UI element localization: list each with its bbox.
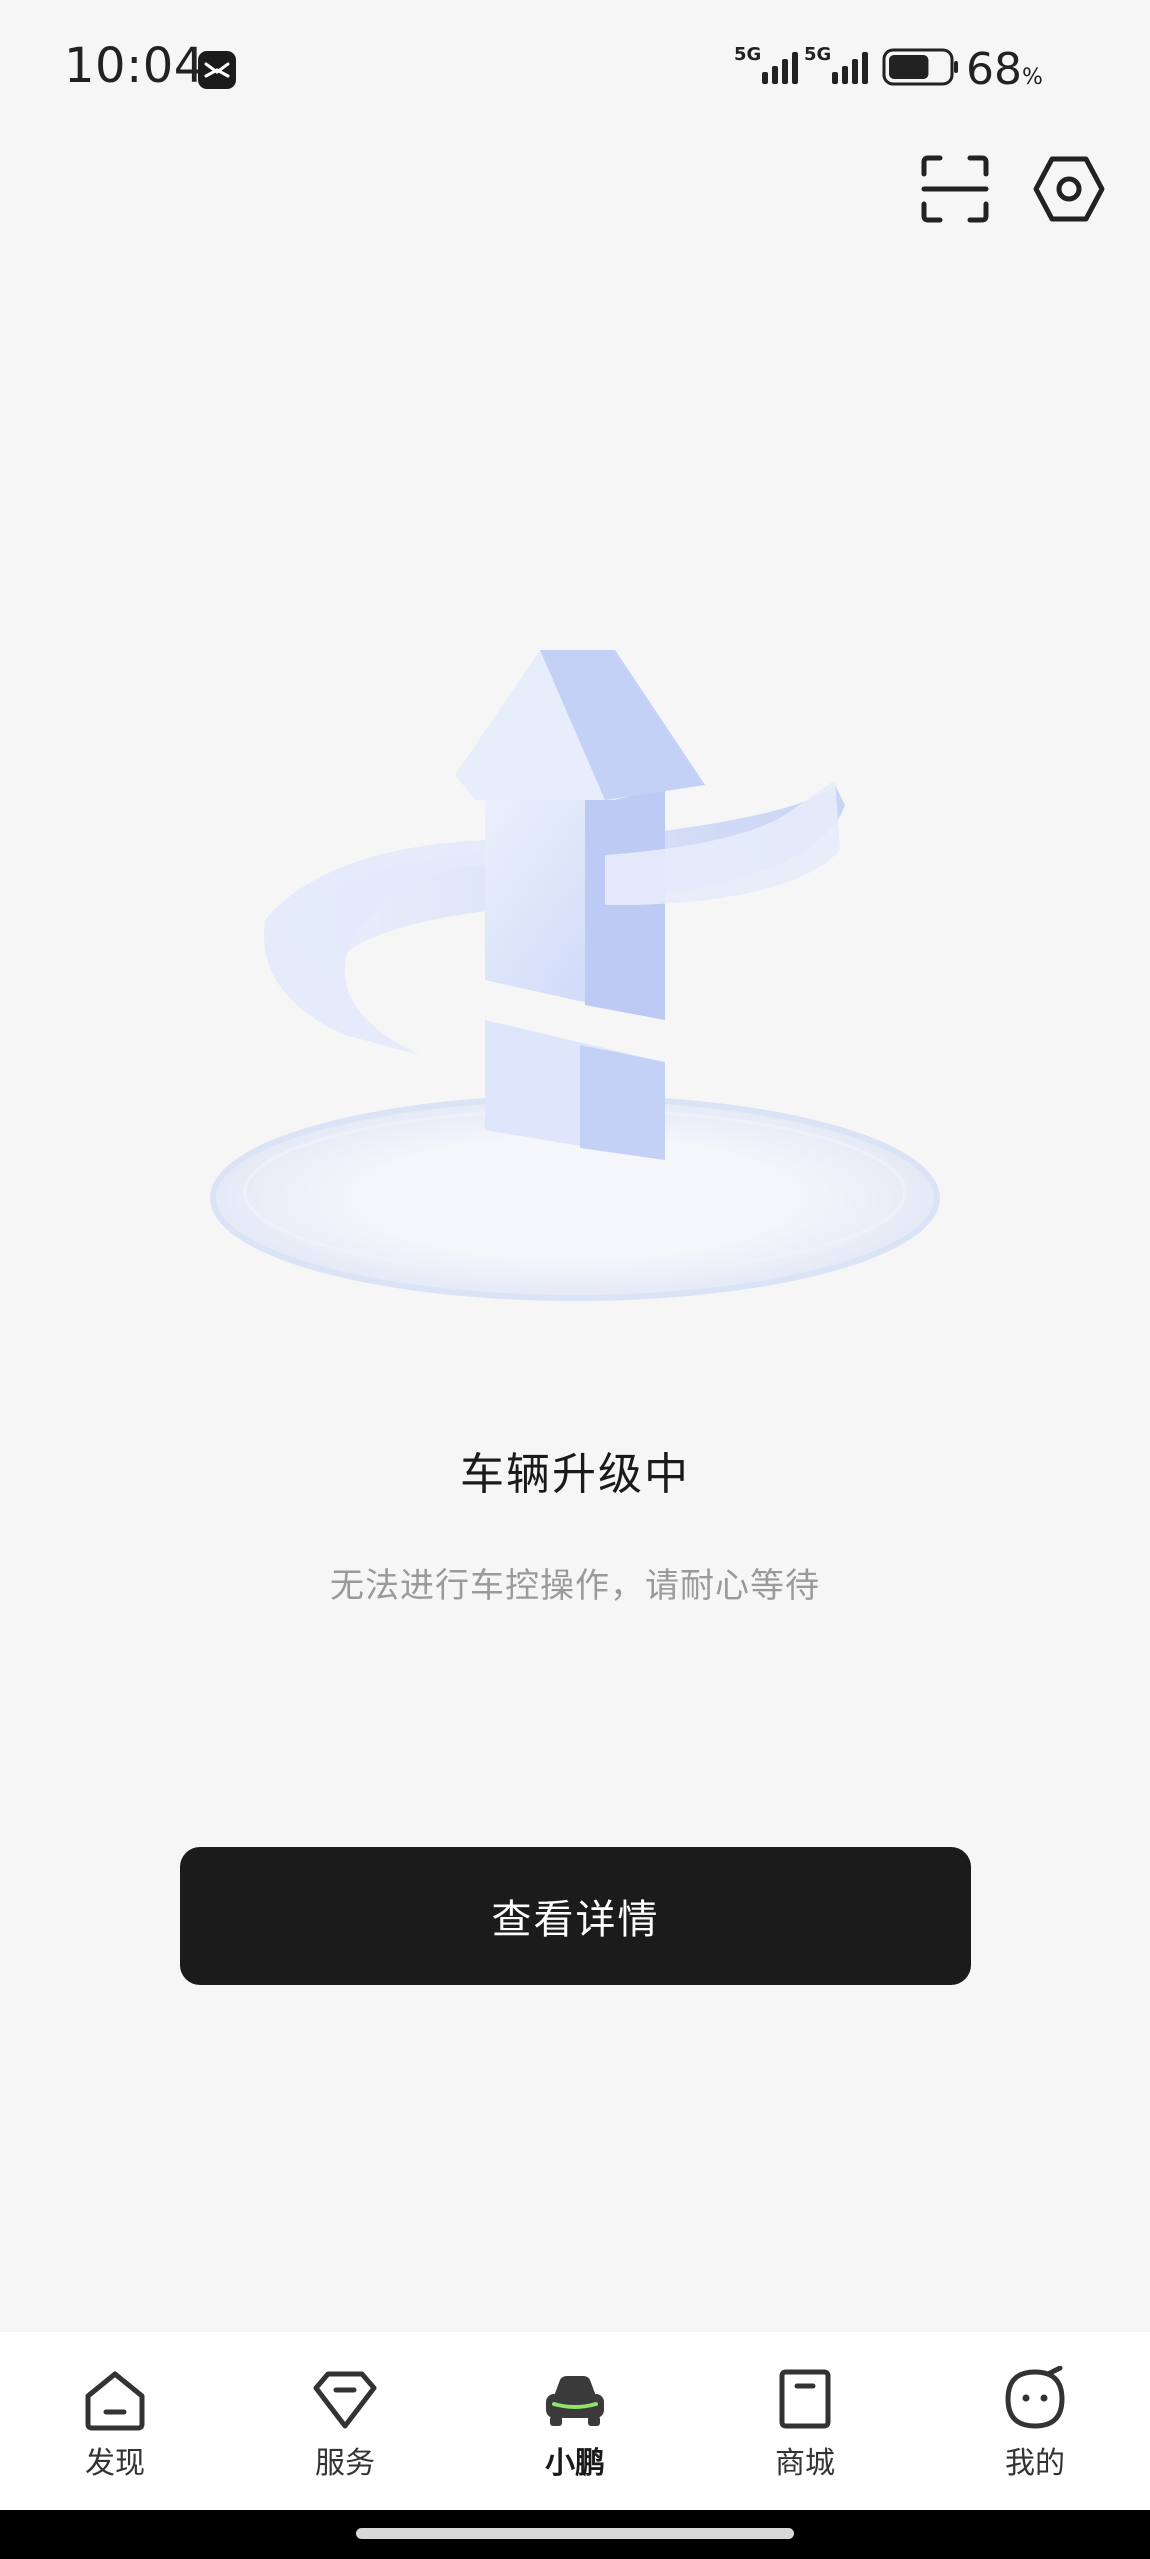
signal-5g-icon-1: 5G [734, 44, 804, 88]
tab-label: 商城 [775, 2446, 835, 2481]
tab-discover[interactable]: 发现 [0, 2332, 230, 2510]
profile-face-icon [1005, 2366, 1065, 2429]
upgrade-message: 无法进行车控操作，请耐心等待 [330, 1566, 820, 1606]
scan-button[interactable] [916, 150, 994, 228]
tab-label: 我的 [1005, 2446, 1065, 2481]
bottom-tab-bar: 发现 服务 小鹏 商城 我的 [0, 2332, 1150, 2510]
battery-icon [882, 48, 960, 86]
tab-xpeng[interactable]: 小鹏 [460, 2332, 690, 2510]
status-time: 10:04 [64, 38, 205, 94]
xpeng-notification-icon [198, 51, 236, 89]
battery-percentage: 68% [966, 44, 1043, 95]
tab-label: 小鹏 [545, 2446, 605, 2481]
upgrade-title: 车辆升级中 [460, 1449, 690, 1500]
hexagon-settings-icon [1033, 156, 1105, 222]
tab-service[interactable]: 服务 [230, 2332, 460, 2510]
tab-label: 发现 [85, 2446, 145, 2481]
tab-shop[interactable]: 商城 [690, 2332, 920, 2510]
view-details-button[interactable]: 查看详情 [180, 1847, 971, 1985]
tab-me[interactable]: 我的 [920, 2332, 1150, 2510]
service-icon [313, 2371, 377, 2429]
discover-icon [85, 2371, 145, 2431]
upgrade-illustration [175, 600, 975, 1360]
car-icon [546, 2376, 604, 2426]
home-indicator[interactable] [356, 2528, 794, 2539]
tab-label: 服务 [315, 2446, 375, 2481]
scan-icon [921, 155, 989, 223]
shop-bag-icon [779, 2369, 831, 2429]
status-indicators: 5G 5G 68% [734, 44, 1094, 95]
settings-button[interactable] [1030, 150, 1108, 228]
status-bar: 10:04 5G 5G 68% [0, 0, 1150, 140]
signal-5g-icon-2: 5G [804, 44, 874, 88]
